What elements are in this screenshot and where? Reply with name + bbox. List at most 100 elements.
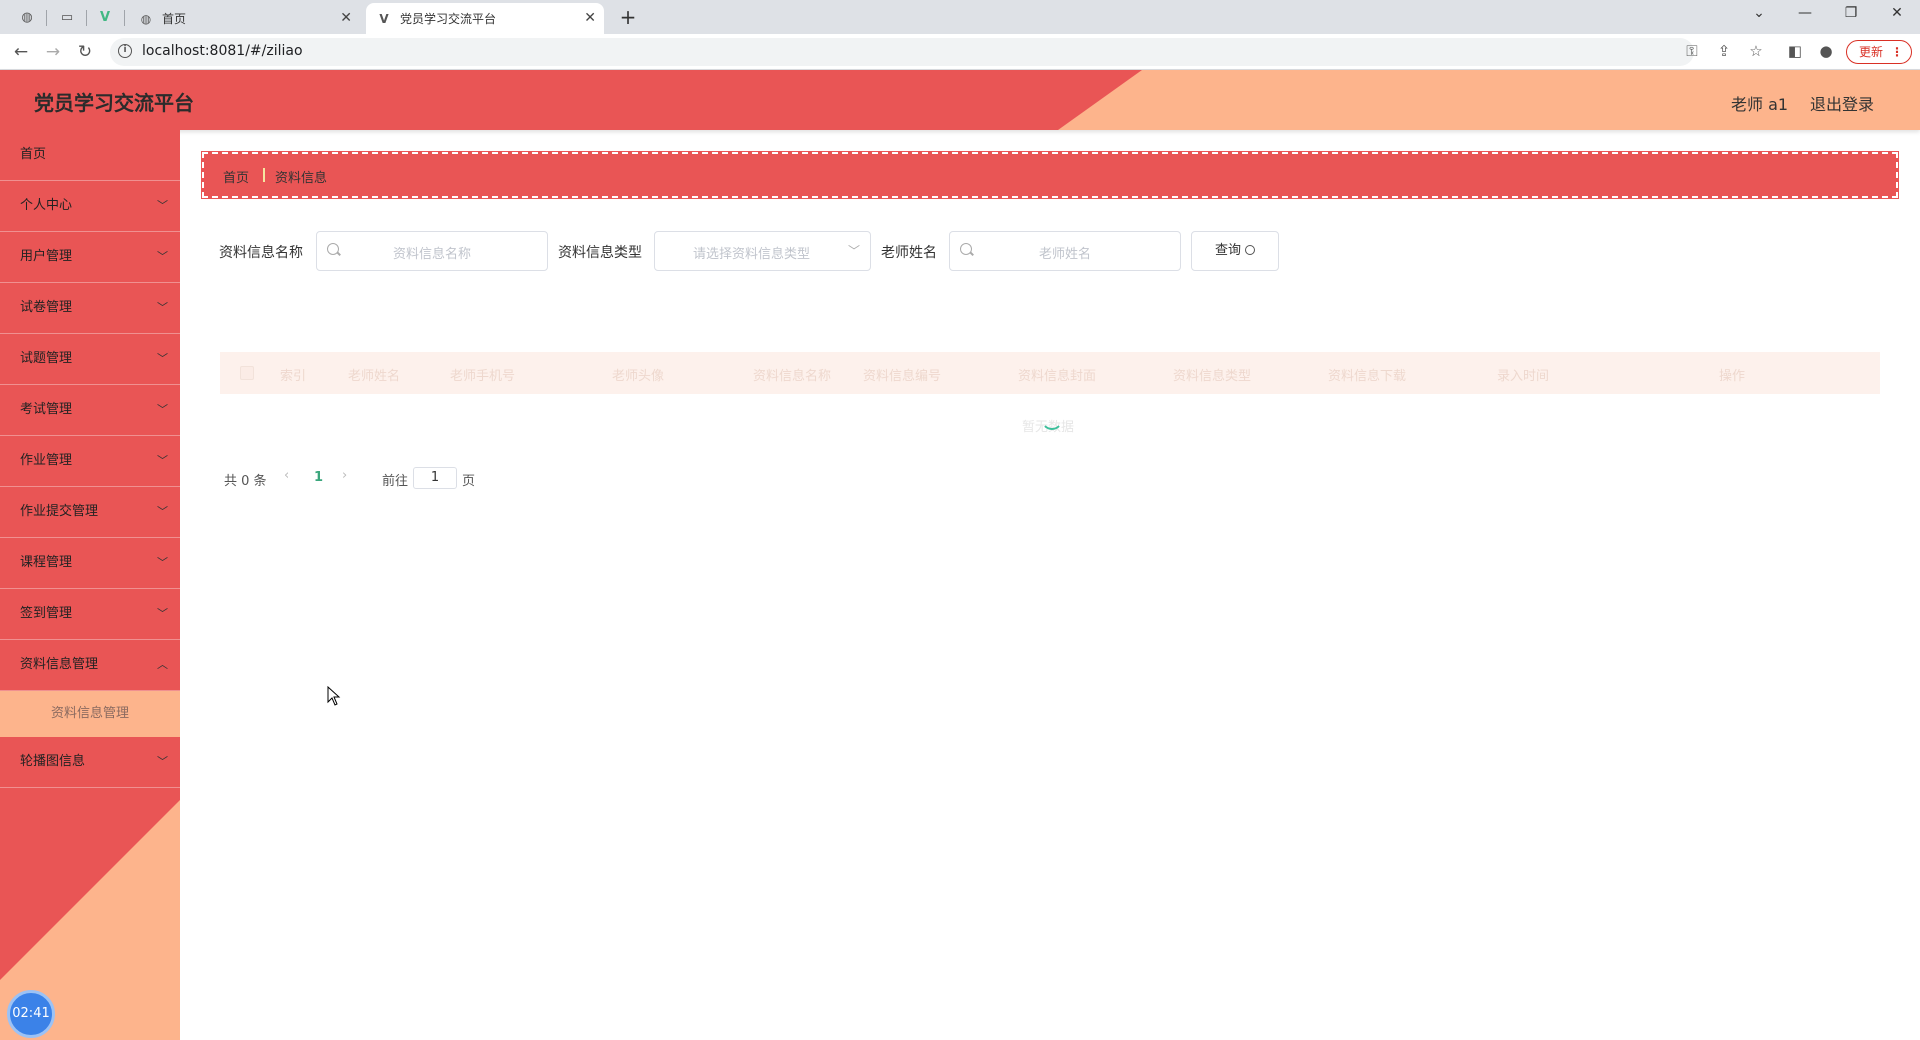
column-index[interactable]: 索引 bbox=[280, 365, 306, 384]
url-text: localhost:8081/#/ziliao bbox=[142, 43, 303, 59]
tab-title: 党员学习交流平台 bbox=[400, 12, 497, 26]
chevron-down-icon: ﹀ bbox=[157, 607, 168, 620]
column-teacher-name[interactable]: 老师姓名 bbox=[348, 365, 400, 384]
column-teacher-phone[interactable]: 老师手机号 bbox=[450, 365, 515, 384]
pinned-tab-globe-icon[interactable]: ◍ bbox=[14, 5, 40, 29]
sidebar-item-homework-management[interactable]: 作业管理 ﹀ bbox=[0, 436, 180, 487]
material-name-placeholder: 资料信息名称 bbox=[392, 247, 471, 262]
bookmark-star-icon[interactable]: ☆ bbox=[1746, 42, 1766, 60]
app-title: 党员学习交流平台 bbox=[34, 91, 194, 115]
mouse-cursor-icon bbox=[327, 686, 341, 706]
tab-separator bbox=[124, 10, 125, 26]
prev-page-icon[interactable]: ‹ bbox=[284, 468, 289, 483]
sidebar-item-home[interactable]: 首页 bbox=[0, 130, 180, 181]
sidebar-item-label: 轮播图信息 bbox=[20, 754, 86, 769]
sidebar-item-question-management[interactable]: 试题管理 ﹀ bbox=[0, 334, 180, 385]
column-material-download[interactable]: 资料信息下载 bbox=[1328, 365, 1406, 384]
app-header: 党员学习交流平台 老师 a1 退出登录 bbox=[0, 70, 1920, 130]
sidebar-item-label: 签到管理 bbox=[20, 606, 73, 621]
breadcrumb: 首页 资料信息 bbox=[201, 151, 1899, 199]
header-background-shape bbox=[0, 70, 1142, 130]
new-tab-icon[interactable]: + bbox=[616, 5, 640, 29]
query-label: 查询 bbox=[1214, 243, 1241, 258]
sidebar-item-material-management[interactable]: 资料信息管理 ︿ bbox=[0, 640, 180, 691]
tab-separator bbox=[46, 10, 47, 26]
material-name-input[interactable]: 资料信息名称 bbox=[316, 231, 548, 271]
teacher-name-placeholder: 老师姓名 bbox=[1038, 247, 1091, 262]
update-button[interactable]: 更新 ⋮ bbox=[1846, 40, 1912, 64]
column-teacher-avatar[interactable]: 老师头像 bbox=[612, 365, 664, 384]
breadcrumb-home[interactable]: 首页 bbox=[223, 167, 249, 186]
sidebar-item-exam-management[interactable]: 考试管理 ﹀ bbox=[0, 385, 180, 436]
reload-icon[interactable]: ↻ bbox=[74, 42, 96, 62]
sidebar-subitem-material-management[interactable]: 资料信息管理 bbox=[0, 691, 180, 737]
close-tab-icon[interactable]: ✕ bbox=[584, 10, 596, 26]
material-type-label: 资料信息类型 bbox=[558, 245, 642, 261]
column-material-cover[interactable]: 资料信息封面 bbox=[1018, 365, 1096, 384]
pinned-tab-vue-icon[interactable]: V bbox=[92, 5, 118, 29]
next-page-icon[interactable]: › bbox=[342, 468, 347, 483]
teacher-name-input[interactable]: 老师姓名 bbox=[949, 231, 1181, 271]
password-key-icon[interactable]: ⚿ bbox=[1682, 42, 1702, 60]
sidebar-item-carousel[interactable]: 轮播图信息 ﹀ bbox=[0, 737, 180, 788]
breadcrumb-separator bbox=[263, 168, 265, 182]
loading-spinner-icon bbox=[1041, 408, 1063, 430]
chevron-down-icon: ﹀ bbox=[157, 352, 168, 365]
more-menu-icon[interactable]: ⋮ bbox=[1891, 41, 1903, 63]
search-icon bbox=[1245, 245, 1255, 255]
tab-search-chevron-icon[interactable]: ⌄ bbox=[1744, 5, 1774, 21]
side-panel-icon[interactable]: ◧ bbox=[1784, 42, 1806, 60]
sidebar-item-course-management[interactable]: 课程管理 ﹀ bbox=[0, 538, 180, 589]
globe-icon: ◍ bbox=[140, 11, 152, 26]
chevron-down-icon: ﹀ bbox=[157, 454, 168, 467]
site-info-icon[interactable]: i bbox=[118, 44, 132, 58]
browser-toolbar: ← → ↻ i localhost:8081/#/ziliao ⚿ ⇪ ☆ ◧ … bbox=[0, 34, 1920, 70]
sidebar-item-personal-center[interactable]: 个人中心 ﹀ bbox=[0, 181, 180, 232]
column-material-type[interactable]: 资料信息类型 bbox=[1173, 365, 1251, 384]
tab-title: 首页 bbox=[162, 12, 187, 26]
pagination-goto-label: 前往 bbox=[382, 474, 409, 489]
column-material-code[interactable]: 资料信息编号 bbox=[863, 365, 941, 384]
tab-platform[interactable]: V 党员学习交流平台 ✕ bbox=[366, 3, 604, 34]
column-material-name[interactable]: 资料信息名称 bbox=[753, 365, 831, 384]
sidebar-item-checkin-management[interactable]: 签到管理 ﹀ bbox=[0, 589, 180, 640]
sidebar-item-user-management[interactable]: 用户管理 ﹀ bbox=[0, 232, 180, 283]
forward-icon[interactable]: → bbox=[42, 42, 64, 62]
pagination-total: 共 0 条 bbox=[224, 474, 267, 489]
update-label: 更新 bbox=[1859, 45, 1884, 59]
sidebar-item-label: 试卷管理 bbox=[20, 300, 73, 315]
share-icon[interactable]: ⇪ bbox=[1714, 42, 1734, 60]
material-name-label: 资料信息名称 bbox=[219, 245, 303, 261]
sidebar-item-label: 资料信息管理 bbox=[20, 657, 99, 672]
sidebar-item-label: 用户管理 bbox=[20, 249, 73, 264]
chevron-down-icon: ﹀ bbox=[157, 403, 168, 416]
chevron-down-icon: ﹀ bbox=[157, 505, 168, 518]
breadcrumb-current: 资料信息 bbox=[275, 171, 328, 186]
close-tab-icon[interactable]: ✕ bbox=[340, 10, 352, 26]
logout-button[interactable]: 退出登录 bbox=[1810, 91, 1874, 115]
pagination-goto-input[interactable]: 1 bbox=[413, 467, 457, 489]
clock-badge: 02:41 bbox=[7, 990, 55, 1038]
chevron-down-icon: ﹀ bbox=[157, 301, 168, 314]
chevron-up-icon: ︿ bbox=[157, 658, 168, 671]
sidebar-item-homework-submission[interactable]: 作业提交管理 ﹀ bbox=[0, 487, 180, 538]
restore-icon[interactable]: ❐ bbox=[1836, 5, 1866, 21]
material-type-select[interactable]: 请选择资料信息类型 ﹀ bbox=[654, 231, 871, 271]
pinned-tab-blank-icon[interactable]: ▭ bbox=[54, 5, 80, 29]
select-all-checkbox[interactable] bbox=[240, 366, 254, 380]
minimize-icon[interactable]: — bbox=[1790, 5, 1820, 21]
column-entry-time[interactable]: 录入时间 bbox=[1497, 365, 1549, 384]
close-window-icon[interactable]: ✕ bbox=[1882, 5, 1912, 21]
back-icon[interactable]: ← bbox=[10, 42, 32, 62]
sidebar-item-label: 作业管理 bbox=[20, 453, 73, 468]
profile-icon[interactable]: ● bbox=[1815, 42, 1837, 60]
chevron-down-icon: ﹀ bbox=[847, 244, 860, 258]
address-bar[interactable]: i localhost:8081/#/ziliao ⚿ ⇪ ☆ bbox=[110, 38, 1763, 66]
tab-home[interactable]: ◍ 首页 ✕ bbox=[128, 3, 360, 34]
pagination-current-page[interactable]: 1 bbox=[314, 470, 323, 485]
browser-tab-bar: ◍ ▭ V ◍ 首页 ✕ V 党员学习交流平台 ✕ + ⌄ — ❐ ✕ bbox=[0, 0, 1920, 34]
vue-logo-icon: V bbox=[379, 11, 389, 26]
sidebar-item-paper-management[interactable]: 试卷管理 ﹀ bbox=[0, 283, 180, 334]
query-button[interactable]: 查询 bbox=[1191, 231, 1279, 271]
sidebar-item-label: 首页 bbox=[20, 147, 47, 162]
